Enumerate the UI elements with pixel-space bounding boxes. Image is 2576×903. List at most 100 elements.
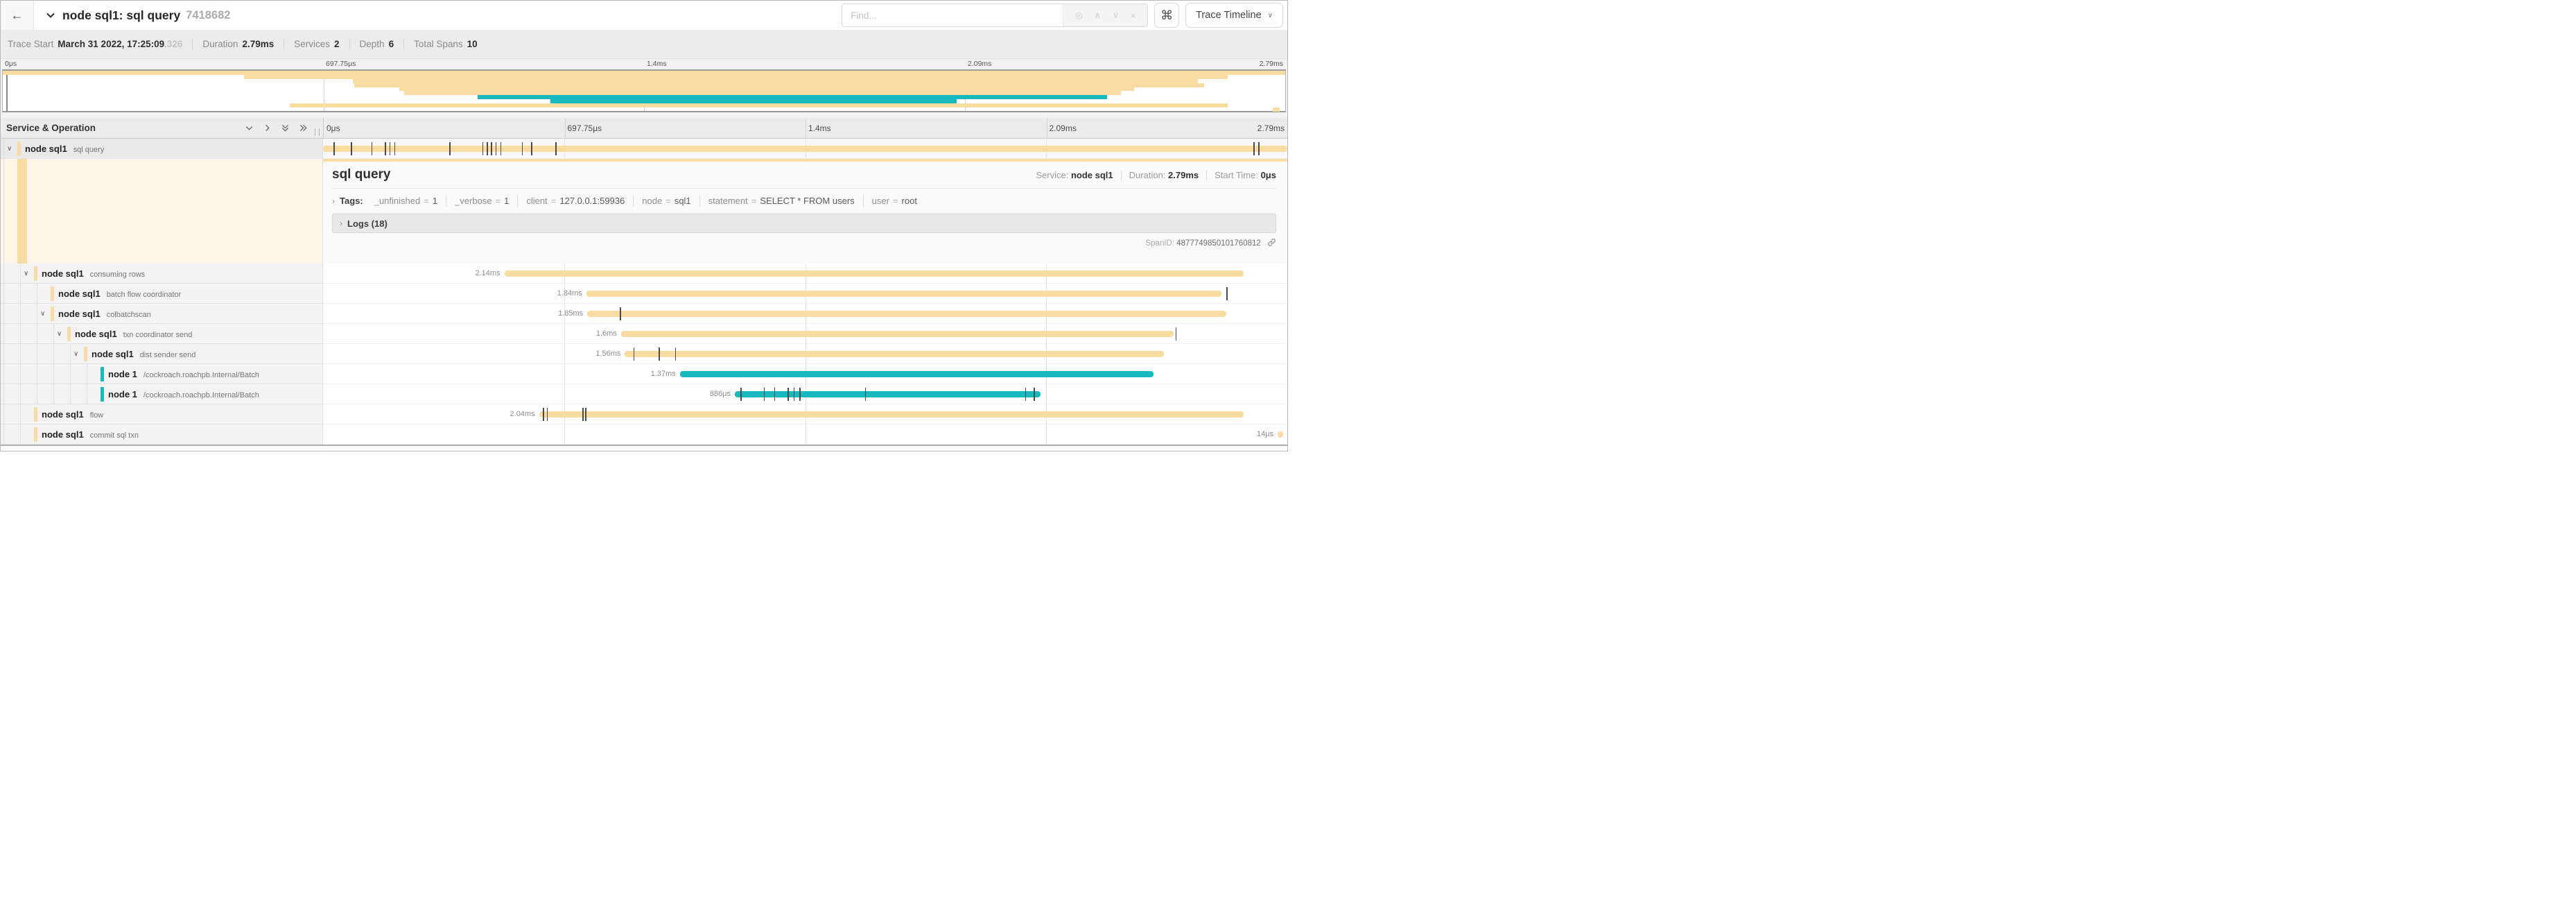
span-row[interactable]: node sql1batch flow coordinator1.84ms: [1, 284, 1287, 304]
span-bar[interactable]: [323, 146, 1287, 152]
span-tree-cell[interactable]: node 1/cockroach.roachpb.Internal/Batch: [1, 384, 323, 404]
axis-tick-label: 1.4ms: [647, 60, 667, 68]
log-marker-tick: [385, 142, 386, 155]
span-row[interactable]: ∨node sql1sql query: [1, 139, 1287, 159]
span-tree-cell[interactable]: node sql1commit sql txn: [1, 424, 323, 445]
meta-separator: [1121, 171, 1122, 180]
trace-collapse-toggle[interactable]: [45, 10, 56, 21]
span-bar[interactable]: [1278, 431, 1283, 438]
span-row[interactable]: ∨node sql1dist sender send1.56ms: [1, 344, 1287, 364]
tag-equals: =: [424, 196, 429, 206]
span-gantt-cell: 1.56ms: [323, 344, 1287, 364]
meta-label: Service:: [1036, 170, 1068, 180]
view-selector-button[interactable]: Trace Timeline ∨: [1185, 3, 1283, 28]
span-bar[interactable]: [539, 411, 1244, 418]
span-tree-cell[interactable]: node sql1flow: [1, 404, 323, 424]
timeline-minimap: 0μs697.75μs1.4ms2.09ms2.79ms: [1, 59, 1287, 118]
log-marker-tick: [390, 142, 391, 155]
span-tree-cell[interactable]: ∨node sql1consuming rows: [1, 264, 323, 284]
log-marker-tick: [634, 347, 635, 361]
log-marker-tick: [582, 408, 584, 421]
find-input[interactable]: [842, 4, 1063, 26]
span-row[interactable]: ∨node sql1colbatchscan1.85ms: [1, 304, 1287, 324]
span-tree-label: node sql1consuming rows: [1, 264, 322, 283]
span-gantt-cell: [323, 139, 1287, 159]
span-tree-label: node sql1commit sql txn: [1, 424, 322, 444]
target-icon[interactable]: ◎: [1075, 10, 1083, 21]
tags-accordion[interactable]: › Tags: _unfinished=1_verbose=1client=12…: [332, 195, 1276, 207]
info-label: Duration: [202, 39, 238, 49]
span-bar[interactable]: [621, 331, 1174, 337]
span-row[interactable]: node 1/cockroach.roachpb.Internal/Batch 1…: [1, 364, 1287, 384]
log-marker-tick: [774, 388, 776, 401]
span-id-row: SpanID: 4877749850101760812: [332, 238, 1276, 248]
expand-all-icon[interactable]: [299, 123, 308, 132]
collapse-all-icon[interactable]: [281, 123, 290, 132]
clear-find-icon[interactable]: ×: [1131, 10, 1136, 21]
span-row[interactable]: ∨node sql1txn coordinator send1.6ms: [1, 324, 1287, 344]
span-row[interactable]: node 1/cockroach.roachpb.Internal/Batch8…: [1, 384, 1287, 404]
service-name: node sql1: [25, 144, 67, 154]
span-tree-cell[interactable]: ∨node sql1txn coordinator send: [1, 324, 323, 344]
timeline-gridline: [564, 364, 565, 384]
span-tree-cell[interactable]: node sql1batch flow coordinator: [1, 284, 323, 304]
info-label: Depth: [360, 39, 385, 49]
service-name: node 1: [108, 389, 137, 399]
span-bar[interactable]: [586, 291, 1222, 297]
span-detail-tree-cell[interactable]: [1, 159, 323, 264]
back-button[interactable]: ←: [1, 1, 34, 30]
span-tree-cell[interactable]: ∨node sql1dist sender send: [1, 344, 323, 364]
keyboard-shortcuts-button[interactable]: ⌘: [1154, 3, 1179, 28]
log-marker-tick: [555, 142, 557, 155]
operation-name: txn coordinator send: [123, 331, 193, 339]
prev-match-icon[interactable]: ∧: [1095, 10, 1102, 21]
span-gantt-cell: 14μs: [323, 424, 1287, 445]
log-marker-tick: [799, 388, 801, 401]
tag-equals: =: [496, 196, 501, 206]
tag-key: user: [872, 196, 889, 206]
span-row[interactable]: node sql1commit sql txn14μs: [1, 424, 1287, 445]
column-resize-grip[interactable]: [315, 128, 320, 136]
service-name: node sql1: [58, 289, 101, 299]
deep-link-icon[interactable]: [1267, 238, 1276, 247]
span-bar[interactable]: [735, 391, 1041, 397]
span-bar[interactable]: [505, 270, 1244, 277]
span-bar[interactable]: [587, 311, 1226, 317]
expand-one-icon[interactable]: [263, 123, 272, 132]
tag-key: statement: [708, 196, 748, 206]
tag-key: node: [642, 196, 662, 206]
find-group: ◎ ∧ ∨ ×: [842, 3, 1148, 27]
tag-value: SELECT * FROM users: [760, 196, 854, 206]
info-label: Total Spans: [414, 39, 463, 49]
tag-key: _verbose: [455, 196, 491, 206]
span-gantt-cell: 1.6ms: [323, 324, 1287, 344]
timeline-gridline: [564, 424, 565, 444]
span-tree-cell[interactable]: node 1/cockroach.roachpb.Internal/Batch: [1, 364, 323, 384]
info-label: Services: [294, 39, 330, 49]
logs-accordion[interactable]: › Logs (18): [332, 214, 1276, 233]
tag-item: node=sql1: [633, 195, 699, 207]
collapse-one-icon[interactable]: [245, 123, 254, 132]
log-marker-tick: [522, 142, 523, 155]
span-row[interactable]: node sql1flow2.04ms: [1, 404, 1287, 424]
span-tree-label: node sql1dist sender send: [1, 344, 322, 363]
log-marker-tick: [491, 142, 492, 155]
log-marker-tick: [501, 142, 502, 155]
span-color-stripe: [17, 159, 27, 264]
meta-label: Start Time:: [1215, 170, 1258, 180]
span-bar[interactable]: [625, 351, 1164, 357]
span-row[interactable]: ∨node sql1consuming rows2.14ms: [1, 264, 1287, 284]
axis-tick-label: 1.4ms: [808, 123, 831, 133]
span-tree-cell[interactable]: ∨node sql1sql query: [1, 139, 323, 159]
next-match-icon[interactable]: ∨: [1113, 10, 1120, 21]
span-tree-label: node sql1txn coordinator send: [1, 324, 322, 343]
span-rows-bottom: ∨node sql1consuming rows2.14msnode sql1b…: [1, 264, 1287, 445]
span-duration-label: 1.37ms: [651, 364, 680, 384]
chevron-right-icon: ›: [332, 196, 335, 206]
axis-tick-label: 2.09ms: [968, 60, 991, 68]
log-marker-tick: [620, 307, 621, 320]
span-bar[interactable]: [680, 371, 1154, 377]
tag-equals: =: [551, 196, 557, 206]
minimap-canvas[interactable]: [2, 69, 1286, 112]
span-tree-cell[interactable]: ∨node sql1colbatchscan: [1, 304, 323, 324]
